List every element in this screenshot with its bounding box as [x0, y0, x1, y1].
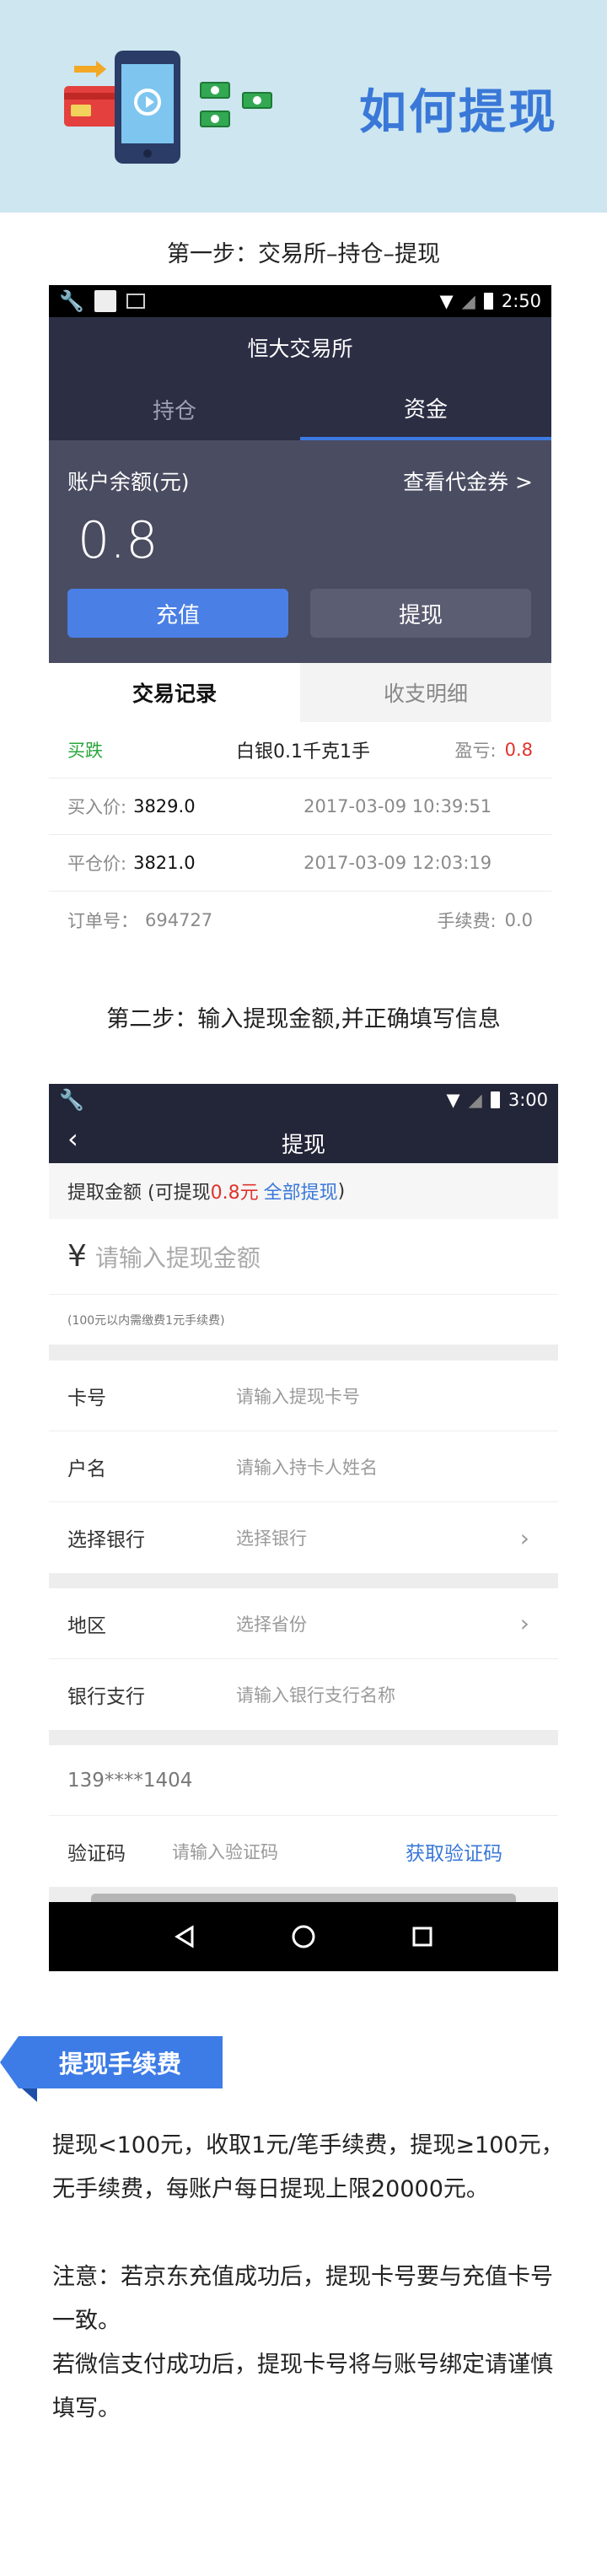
record-row-summary: 买跌 白银0.1千克1手 盈亏: 0.8 — [49, 722, 551, 779]
currency-symbol: ¥ — [67, 1239, 87, 1274]
branch-row[interactable]: 银行支行 请输入银行支行名称 — [49, 1659, 558, 1730]
province-select[interactable]: 选择省份 — [236, 1611, 520, 1636]
recents-square-icon[interactable] — [410, 1924, 435, 1949]
section-gap — [49, 1573, 558, 1588]
nav-title: 提现 — [281, 1133, 325, 1158]
phone-money-icon — [64, 51, 272, 164]
phone-number: 139****1404 — [49, 1745, 558, 1816]
holder-name-label: 户名 — [67, 1458, 106, 1480]
amount-input-row[interactable]: ¥ 请输入提现金额 — [49, 1219, 558, 1295]
bank-select[interactable]: 选择银行 — [236, 1525, 520, 1550]
notification-icon — [94, 290, 116, 312]
order-label: 订单号： — [67, 910, 138, 931]
status-bar: 🔧 ▼ ◢ 3:00 — [49, 1084, 558, 1116]
record-row-order: 订单号： 694727 手续费: 0.0 — [49, 892, 551, 948]
back-triangle-icon[interactable] — [172, 1924, 197, 1949]
fee-hint: (100元以内需缴费1元手续费) — [49, 1295, 558, 1345]
wrench-icon: 🔧 — [59, 1088, 84, 1112]
android-nav-bar — [49, 1902, 558, 1971]
fee-description: 提现<100元，收取1元/笔手续费，提现≥100元，无手续费，每账户每日提现上限… — [52, 2132, 564, 2202]
app-title: 恒大交易所 — [247, 337, 353, 361]
amount-label-close: ) — [337, 1180, 346, 1202]
status-bar: 🔧 ▼ ◢ 2:50 — [49, 285, 551, 317]
scroll-edge — [49, 1887, 558, 1902]
card-number-input[interactable]: 请输入提现卡号 — [236, 1383, 540, 1409]
note-line-1: 注意：若京东充值成功后，提现卡号要与充值卡号一致。 — [52, 2264, 553, 2334]
verify-code-row: 验证码 请输入验证码 获取验证码 — [49, 1816, 558, 1887]
fee-value: 0.0 — [504, 909, 533, 930]
region-label: 地区 — [67, 1614, 106, 1637]
battery-icon — [483, 293, 493, 310]
close-price: 3821.0 — [133, 853, 196, 873]
nav-bar: ‹ 提现 — [49, 1116, 558, 1163]
note-line-2: 若微信支付成功后，提现卡号将与账号绑定请谨慎填写。 — [52, 2352, 553, 2422]
wrench-icon: 🔧 — [59, 289, 84, 313]
status-time: 2:50 — [501, 291, 541, 311]
view-coupons-link[interactable]: 查看代金券 > — [403, 466, 533, 496]
branch-input[interactable]: 请输入银行支行名称 — [236, 1682, 540, 1707]
step1-caption: 第一步：交易所–持仓–提现 — [167, 241, 440, 267]
wifi-icon: ▼ — [446, 1090, 460, 1110]
signal-icon: ◢ — [468, 1090, 482, 1110]
region-select-row[interactable]: 地区 选择省份 › — [49, 1588, 558, 1659]
trade-product: 白银0.1千克1手 — [236, 741, 370, 763]
tab-income-expense[interactable]: 收支明细 — [300, 663, 551, 722]
tab-funds[interactable]: 资金 — [300, 378, 551, 440]
home-circle-icon[interactable] — [291, 1924, 316, 1949]
close-price-label: 平仓价: — [67, 854, 127, 874]
amount-header: 提取金额 (可提现 0.8元 全部提现 ) — [49, 1163, 558, 1219]
bank-select-row[interactable]: 选择银行 选择银行 › — [49, 1502, 558, 1573]
tab-positions[interactable]: 持仓 — [49, 378, 300, 440]
chevron-right-icon: › — [519, 1609, 529, 1637]
withdraw-all-link[interactable]: 全部提现 — [264, 1178, 338, 1204]
buy-price-label: 买入价: — [67, 797, 127, 817]
chevron-right-icon: › — [519, 1523, 529, 1552]
wifi-icon: ▼ — [439, 291, 454, 311]
verify-code-label: 验证码 — [67, 1843, 126, 1865]
bank-label: 选择银行 — [67, 1529, 145, 1551]
pl-value: 0.8 — [504, 740, 533, 760]
status-time: 3:00 — [508, 1090, 548, 1110]
available-amount: 0.8元 — [210, 1183, 259, 1204]
amount-input[interactable]: 请输入提现金额 — [95, 1240, 261, 1274]
card-number-label: 卡号 — [67, 1387, 106, 1409]
balance-value: 0.8 — [78, 511, 158, 570]
get-code-button[interactable]: 获取验证码 — [406, 1837, 540, 1866]
verify-code-input[interactable]: 请输入验证码 — [172, 1839, 406, 1864]
recharge-button[interactable]: 充值 — [67, 589, 288, 638]
signal-icon: ◢ — [461, 291, 475, 311]
amount-label: 提取金额 (可提现 — [67, 1183, 211, 1204]
image-icon — [126, 294, 145, 309]
order-number: 694727 — [145, 909, 213, 930]
withdraw-button[interactable]: 提现 — [310, 589, 531, 638]
hero-banner: 如何提现 — [0, 0, 607, 213]
page-title: 如何提现 — [359, 85, 558, 140]
fee-section-tag: 提现手续费 — [0, 2036, 223, 2102]
screenshot-account: 🔧 ▼ ◢ 2:50 恒大交易所 持仓 资金 账户余额(元) 查看代金券 > 0… — [49, 285, 551, 936]
record-row-buy: 买入价: 3829.0 2017-03-09 10:39:51 — [49, 779, 551, 835]
record-row-close: 平仓价: 3821.0 2017-03-09 12:03:19 — [49, 835, 551, 892]
step2-caption: 第二步：输入提现金额,并正确填写信息 — [106, 1006, 501, 1032]
battery-icon — [490, 1091, 500, 1108]
balance-label: 账户余额(元) — [67, 470, 190, 494]
close-time: 2017-03-09 12:03:19 — [304, 853, 492, 873]
trade-direction: 买跌 — [67, 741, 103, 761]
holder-name-row[interactable]: 户名 请输入持卡人姓名 — [49, 1431, 558, 1502]
buy-time: 2017-03-09 10:39:51 — [304, 796, 492, 816]
branch-label: 银行支行 — [67, 1686, 145, 1708]
holder-name-input[interactable]: 请输入持卡人姓名 — [236, 1454, 540, 1479]
buy-price: 3829.0 — [133, 796, 196, 816]
fee-label: 手续费: — [437, 910, 497, 931]
card-number-row[interactable]: 卡号 请输入提现卡号 — [49, 1361, 558, 1431]
screenshot-withdraw-form: 🔧 ▼ ◢ 3:00 ‹ 提现 提取金额 (可提现 0.8元 全部提现 ) ¥ … — [49, 1084, 558, 1983]
section-gap — [49, 1345, 558, 1361]
section-gap — [49, 1730, 558, 1745]
tab-trade-records[interactable]: 交易记录 — [49, 663, 300, 722]
pl-label: 盈亏: — [454, 741, 497, 761]
